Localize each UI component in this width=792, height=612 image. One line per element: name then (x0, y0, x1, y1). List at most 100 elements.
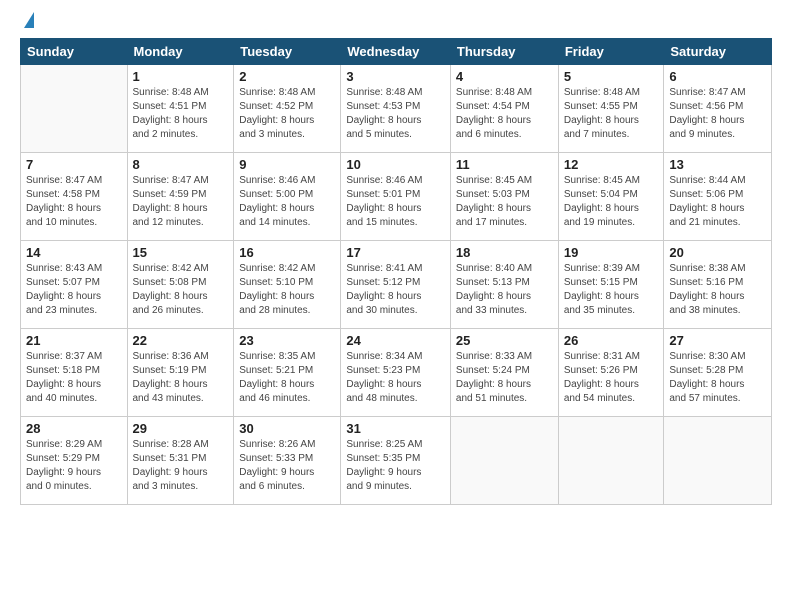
day-number: 1 (133, 69, 229, 84)
day-number: 4 (456, 69, 553, 84)
day-info: Sunrise: 8:33 AM Sunset: 5:24 PM Dayligh… (456, 350, 553, 406)
calendar-cell: 26 Sunrise: 8:31 AM Sunset: 5:26 PM Dayli… (558, 329, 664, 417)
calendar-cell: 27 Sunrise: 8:30 AM Sunset: 5:28 PM Dayli… (664, 329, 772, 417)
day-number: 30 (239, 421, 335, 436)
day-number: 7 (26, 157, 122, 172)
logo-text (20, 16, 34, 28)
day-info: Sunrise: 8:46 AM Sunset: 5:00 PM Dayligh… (239, 174, 335, 230)
day-number: 28 (26, 421, 122, 436)
day-info: Sunrise: 8:48 AM Sunset: 4:54 PM Dayligh… (456, 86, 553, 142)
day-number: 23 (239, 333, 335, 348)
day-info: Sunrise: 8:45 AM Sunset: 5:03 PM Dayligh… (456, 174, 553, 230)
day-number: 24 (346, 333, 445, 348)
page: SundayMondayTuesdayWednesdayThursdayFrid… (0, 0, 792, 515)
day-info: Sunrise: 8:47 AM Sunset: 4:56 PM Dayligh… (669, 86, 766, 142)
calendar-cell: 19 Sunrise: 8:39 AM Sunset: 5:15 PM Dayli… (558, 241, 664, 329)
logo (20, 16, 34, 28)
day-info: Sunrise: 8:25 AM Sunset: 5:35 PM Dayligh… (346, 438, 445, 494)
calendar-cell (21, 65, 128, 153)
calendar-week-row: 1 Sunrise: 8:48 AM Sunset: 4:51 PM Daylig… (21, 65, 772, 153)
day-info: Sunrise: 8:42 AM Sunset: 5:08 PM Dayligh… (133, 262, 229, 318)
day-info: Sunrise: 8:35 AM Sunset: 5:21 PM Dayligh… (239, 350, 335, 406)
day-number: 9 (239, 157, 335, 172)
calendar-cell: 8Sunrise: 8:47 AM Sunset: 4:59 PM Daylig… (127, 153, 234, 241)
calendar-week-row: 14 Sunrise: 8:43 AM Sunset: 5:07 PM Dayli… (21, 241, 772, 329)
day-number: 17 (346, 245, 445, 260)
calendar-cell: 12 Sunrise: 8:45 AM Sunset: 5:04 PM Dayli… (558, 153, 664, 241)
calendar-cell: 15 Sunrise: 8:42 AM Sunset: 5:08 PM Dayli… (127, 241, 234, 329)
day-info: Sunrise: 8:39 AM Sunset: 5:15 PM Dayligh… (564, 262, 659, 318)
day-info: Sunrise: 8:37 AM Sunset: 5:18 PM Dayligh… (26, 350, 122, 406)
calendar-cell: 17 Sunrise: 8:41 AM Sunset: 5:12 PM Dayli… (341, 241, 451, 329)
day-info: Sunrise: 8:48 AM Sunset: 4:51 PM Dayligh… (133, 86, 229, 142)
calendar-cell: 9 Sunrise: 8:46 AM Sunset: 5:00 PM Daylig… (234, 153, 341, 241)
day-number: 3 (346, 69, 445, 84)
day-number: 22 (133, 333, 229, 348)
day-number: 21 (26, 333, 122, 348)
calendar-cell (450, 417, 558, 505)
calendar-cell: 11 Sunrise: 8:45 AM Sunset: 5:03 PM Dayli… (450, 153, 558, 241)
weekday-header-saturday: Saturday (664, 39, 772, 65)
day-number: 12 (564, 157, 659, 172)
calendar-cell: 5 Sunrise: 8:48 AM Sunset: 4:55 PM Daylig… (558, 65, 664, 153)
day-number: 15 (133, 245, 229, 260)
calendar-cell: 28Sunrise: 8:29 AM Sunset: 5:29 PM Dayli… (21, 417, 128, 505)
calendar-cell: 13 Sunrise: 8:44 AM Sunset: 5:06 PM Dayli… (664, 153, 772, 241)
calendar-cell: 23 Sunrise: 8:35 AM Sunset: 5:21 PM Dayli… (234, 329, 341, 417)
day-info: Sunrise: 8:30 AM Sunset: 5:28 PM Dayligh… (669, 350, 766, 406)
day-number: 8 (133, 157, 229, 172)
calendar-cell: 16Sunrise: 8:42 AM Sunset: 5:10 PM Dayli… (234, 241, 341, 329)
calendar-cell: 22Sunrise: 8:36 AM Sunset: 5:19 PM Dayli… (127, 329, 234, 417)
calendar-cell: 6 Sunrise: 8:47 AM Sunset: 4:56 PM Daylig… (664, 65, 772, 153)
day-number: 6 (669, 69, 766, 84)
day-info: Sunrise: 8:40 AM Sunset: 5:13 PM Dayligh… (456, 262, 553, 318)
calendar-cell: 10Sunrise: 8:46 AM Sunset: 5:01 PM Dayli… (341, 153, 451, 241)
day-info: Sunrise: 8:48 AM Sunset: 4:53 PM Dayligh… (346, 86, 445, 142)
day-number: 10 (346, 157, 445, 172)
day-number: 29 (133, 421, 229, 436)
day-number: 16 (239, 245, 335, 260)
day-info: Sunrise: 8:28 AM Sunset: 5:31 PM Dayligh… (133, 438, 229, 494)
calendar-cell: 30Sunrise: 8:26 AM Sunset: 5:33 PM Dayli… (234, 417, 341, 505)
weekday-header-friday: Friday (558, 39, 664, 65)
day-info: Sunrise: 8:31 AM Sunset: 5:26 PM Dayligh… (564, 350, 659, 406)
calendar-cell: 4 Sunrise: 8:48 AM Sunset: 4:54 PM Daylig… (450, 65, 558, 153)
header (20, 16, 772, 28)
day-number: 19 (564, 245, 659, 260)
weekday-header-tuesday: Tuesday (234, 39, 341, 65)
day-number: 14 (26, 245, 122, 260)
calendar-cell: 7Sunrise: 8:47 AM Sunset: 4:58 PM Daylig… (21, 153, 128, 241)
calendar-cell (664, 417, 772, 505)
calendar-cell: 24 Sunrise: 8:34 AM Sunset: 5:23 PM Dayli… (341, 329, 451, 417)
day-number: 5 (564, 69, 659, 84)
day-number: 11 (456, 157, 553, 172)
day-info: Sunrise: 8:48 AM Sunset: 4:52 PM Dayligh… (239, 86, 335, 142)
calendar-cell: 2 Sunrise: 8:48 AM Sunset: 4:52 PM Daylig… (234, 65, 341, 153)
calendar-cell: 18 Sunrise: 8:40 AM Sunset: 5:13 PM Dayli… (450, 241, 558, 329)
day-info: Sunrise: 8:45 AM Sunset: 5:04 PM Dayligh… (564, 174, 659, 230)
calendar-cell: 31Sunrise: 8:25 AM Sunset: 5:35 PM Dayli… (341, 417, 451, 505)
day-number: 2 (239, 69, 335, 84)
day-number: 27 (669, 333, 766, 348)
day-info: Sunrise: 8:43 AM Sunset: 5:07 PM Dayligh… (26, 262, 122, 318)
calendar-table: SundayMondayTuesdayWednesdayThursdayFrid… (20, 38, 772, 505)
calendar-cell: 20 Sunrise: 8:38 AM Sunset: 5:16 PM Dayli… (664, 241, 772, 329)
weekday-header-thursday: Thursday (450, 39, 558, 65)
calendar-week-row: 21 Sunrise: 8:37 AM Sunset: 5:18 PM Dayli… (21, 329, 772, 417)
weekday-header-wednesday: Wednesday (341, 39, 451, 65)
day-number: 26 (564, 333, 659, 348)
calendar-cell: 3 Sunrise: 8:48 AM Sunset: 4:53 PM Daylig… (341, 65, 451, 153)
day-number: 13 (669, 157, 766, 172)
day-number: 20 (669, 245, 766, 260)
day-info: Sunrise: 8:34 AM Sunset: 5:23 PM Dayligh… (346, 350, 445, 406)
day-number: 18 (456, 245, 553, 260)
calendar-cell: 1 Sunrise: 8:48 AM Sunset: 4:51 PM Daylig… (127, 65, 234, 153)
calendar-header-row: SundayMondayTuesdayWednesdayThursdayFrid… (21, 39, 772, 65)
calendar-cell: 14 Sunrise: 8:43 AM Sunset: 5:07 PM Dayli… (21, 241, 128, 329)
day-info: Sunrise: 8:44 AM Sunset: 5:06 PM Dayligh… (669, 174, 766, 230)
day-info: Sunrise: 8:48 AM Sunset: 4:55 PM Dayligh… (564, 86, 659, 142)
day-info: Sunrise: 8:41 AM Sunset: 5:12 PM Dayligh… (346, 262, 445, 318)
day-info: Sunrise: 8:38 AM Sunset: 5:16 PM Dayligh… (669, 262, 766, 318)
calendar-cell: 25Sunrise: 8:33 AM Sunset: 5:24 PM Dayli… (450, 329, 558, 417)
weekday-header-monday: Monday (127, 39, 234, 65)
